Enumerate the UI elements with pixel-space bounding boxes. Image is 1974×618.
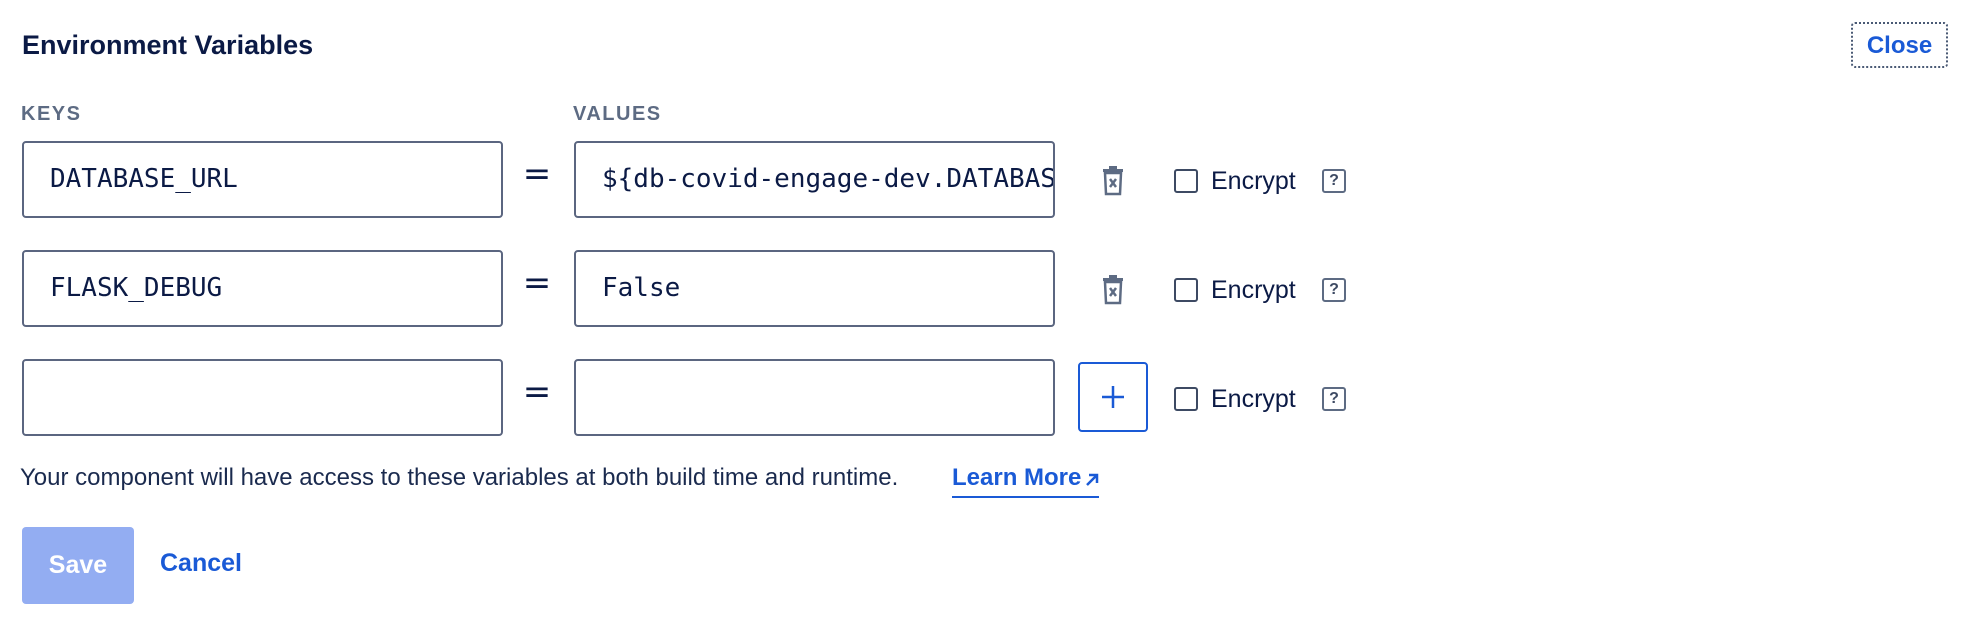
equals-sign: = bbox=[522, 154, 552, 194]
key-input[interactable]: FLASK_DEBUG bbox=[22, 250, 503, 327]
arrow-up-right-icon bbox=[1086, 473, 1099, 486]
trash-icon[interactable] bbox=[1101, 275, 1125, 305]
help-icon[interactable]: ? bbox=[1322, 278, 1346, 302]
info-note: Your component will have access to these… bbox=[20, 464, 899, 491]
equals-sign: = bbox=[522, 263, 552, 303]
encrypt-label: Encrypt bbox=[1211, 385, 1296, 413]
encrypt-label: Encrypt bbox=[1211, 276, 1296, 304]
keys-column-label: KEYS bbox=[21, 103, 82, 125]
value-input[interactable]: ${db-covid-engage-dev.DATABASE_URL} bbox=[574, 141, 1055, 218]
cancel-link[interactable]: Cancel bbox=[160, 549, 242, 578]
help-icon[interactable]: ? bbox=[1322, 169, 1346, 193]
plus-icon bbox=[1102, 386, 1124, 408]
trash-icon[interactable] bbox=[1101, 166, 1125, 196]
encrypt-checkbox[interactable] bbox=[1174, 278, 1198, 302]
values-column-label: VALUES bbox=[573, 103, 662, 125]
key-input[interactable]: DATABASE_URL bbox=[22, 141, 503, 218]
new-key-input[interactable] bbox=[22, 359, 503, 436]
encrypt-checkbox[interactable] bbox=[1174, 387, 1198, 411]
new-value-input[interactable] bbox=[574, 359, 1055, 436]
page-title: Environment Variables bbox=[22, 30, 314, 60]
learn-more-link[interactable]: Learn More bbox=[952, 464, 1100, 498]
value-input[interactable]: False bbox=[574, 250, 1055, 327]
save-button[interactable]: Save bbox=[22, 527, 134, 604]
close-button[interactable]: Close bbox=[1851, 22, 1948, 68]
encrypt-label: Encrypt bbox=[1211, 167, 1296, 195]
add-variable-button[interactable] bbox=[1078, 362, 1148, 432]
help-icon[interactable]: ? bbox=[1322, 387, 1346, 411]
equals-sign: = bbox=[522, 372, 552, 412]
encrypt-checkbox[interactable] bbox=[1174, 169, 1198, 193]
learn-more-label: Learn More bbox=[952, 464, 1082, 491]
